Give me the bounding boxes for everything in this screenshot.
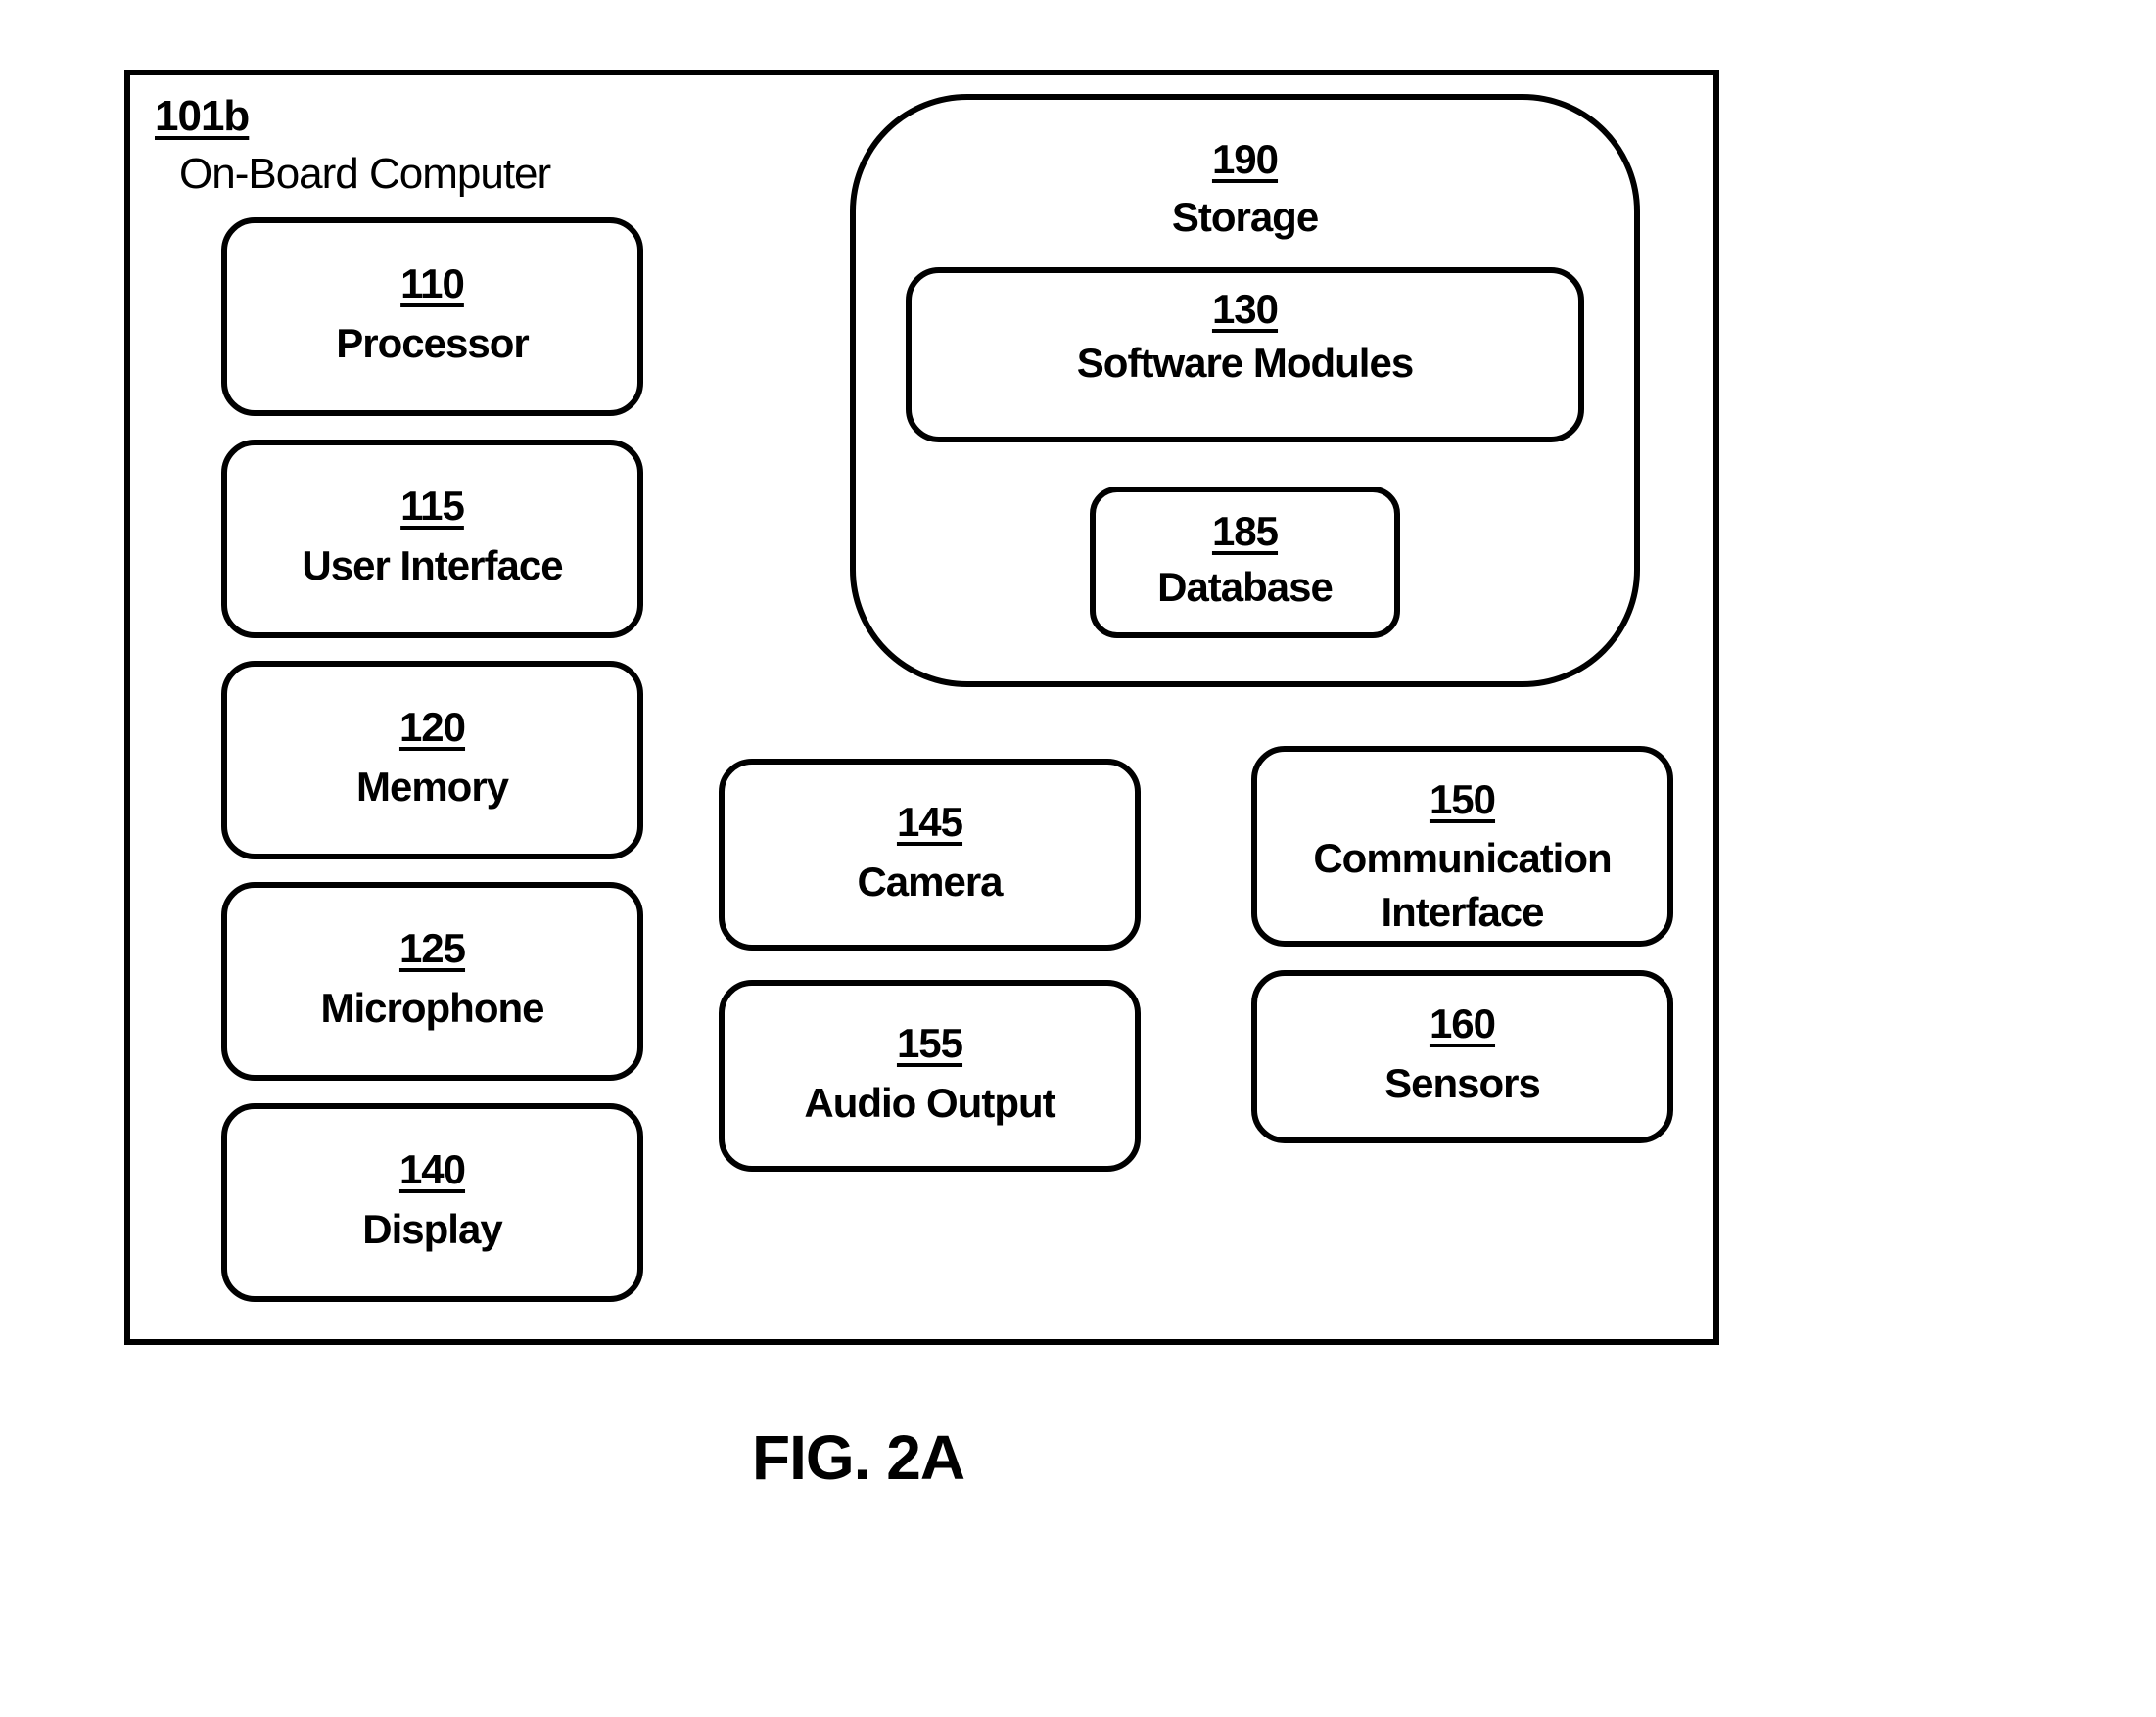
microphone-ref: 125 [398, 925, 466, 972]
communication-interface-ref: 150 [1429, 776, 1496, 822]
container-name: On-Board Computer [179, 150, 551, 198]
software-modules-box: 130 Software Modules [906, 267, 1584, 442]
software-modules-ref: 130 [1211, 286, 1279, 332]
microphone-label: Microphone [320, 985, 545, 1032]
database-ref: 185 [1211, 508, 1279, 555]
display-label: Display [362, 1206, 502, 1253]
figure-caption: FIG. 2A [752, 1422, 965, 1493]
audio-output-ref: 155 [896, 1019, 963, 1066]
processor-label: Processor [336, 320, 529, 367]
sensors-box: 160 Sensors [1251, 970, 1673, 1143]
user-interface-label: User Interface [302, 542, 563, 589]
database-label: Database [1157, 564, 1334, 611]
communication-interface-label-line2: Interface [1381, 888, 1544, 935]
display-box: 140 Display [221, 1103, 643, 1302]
memory-label: Memory [355, 764, 509, 811]
software-modules-label: Software Modules [1076, 340, 1414, 387]
audio-output-box: 155 Audio Output [719, 980, 1141, 1172]
microphone-box: 125 Microphone [221, 882, 643, 1081]
communication-interface-box: 150 Communication Interface [1251, 746, 1673, 947]
storage-label: Storage [1171, 194, 1319, 240]
user-interface-ref: 115 [400, 483, 465, 530]
communication-interface-label-line1: Communication [1313, 835, 1612, 882]
container-ref: 101b [155, 92, 250, 140]
processor-ref: 110 [400, 260, 465, 307]
camera-label: Camera [857, 858, 1003, 905]
audio-output-label: Audio Output [804, 1079, 1055, 1126]
camera-box: 145 Camera [719, 759, 1141, 951]
camera-ref: 145 [896, 798, 963, 845]
user-interface-box: 115 User Interface [221, 440, 643, 638]
storage-ref: 190 [1211, 136, 1279, 182]
display-ref: 140 [398, 1146, 466, 1193]
processor-box: 110 Processor [221, 217, 643, 416]
database-box: 185 Database [1090, 487, 1400, 638]
memory-ref: 120 [398, 704, 466, 751]
sensors-ref: 160 [1429, 1000, 1496, 1047]
memory-box: 120 Memory [221, 661, 643, 859]
sensors-label: Sensors [1384, 1060, 1541, 1107]
